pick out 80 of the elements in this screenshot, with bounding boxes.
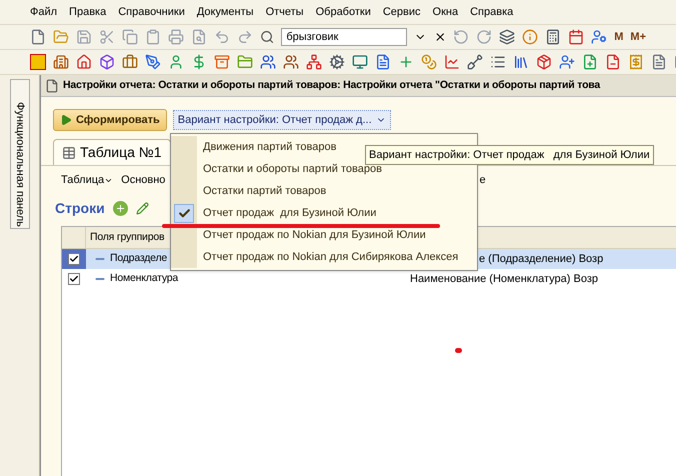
- tab[interactable]: Таблица №1: [53, 139, 171, 165]
- side-panel-tab[interactable]: Функциональная панель: [10, 79, 30, 229]
- list-icon[interactable]: [490, 54, 506, 70]
- menu-item[interactable]: Правка: [69, 4, 106, 20]
- rotate-right-icon[interactable]: [476, 29, 492, 45]
- menu-item[interactable]: Файл: [30, 4, 58, 20]
- search-field[interactable]: брызговик: [281, 28, 408, 46]
- dot-annotation: [455, 348, 462, 353]
- edit-icon[interactable]: [136, 202, 149, 214]
- rotate-left-icon[interactable]: [453, 29, 470, 45]
- toolbar-button[interactable]: Основно: [121, 172, 166, 188]
- document-lines-icon[interactable]: [651, 54, 667, 70]
- print-icon[interactable]: [168, 29, 184, 45]
- section-title: Строки: [55, 198, 105, 218]
- table-cell-text: Наименование (Номенклатура) Возр: [410, 272, 598, 287]
- tooltip: Вариант настройки: Отчет продаж для Бузиной Юлии: [365, 145, 654, 165]
- save-icon[interactable]: [76, 29, 92, 45]
- calculator-icon[interactable]: [545, 29, 562, 45]
- people-icon[interactable]: [260, 54, 276, 70]
- menu-item[interactable]: Справочники: [118, 4, 185, 20]
- table-menu[interactable]: Таблица: [61, 172, 114, 188]
- add-icon[interactable]: [112, 200, 128, 216]
- info-icon[interactable]: [522, 29, 538, 45]
- variant-dropdown[interactable]: Вариант настройки: Отчет продаж д...: [172, 110, 391, 130]
- document-minus-icon[interactable]: [605, 54, 621, 70]
- toolbar-button[interactable]: е: [479, 172, 486, 188]
- menu-item[interactable]: Отчеты: [266, 4, 304, 20]
- archive-icon[interactable]: [214, 54, 230, 70]
- pen-icon[interactable]: [145, 54, 161, 70]
- play-icon: [60, 114, 72, 126]
- briefcase-icon[interactable]: [122, 54, 138, 70]
- document-icon: [45, 78, 59, 92]
- user-settings-icon[interactable]: [591, 29, 608, 45]
- redo-icon[interactable]: [237, 29, 253, 45]
- menu-item[interactable]: Остатки партий товаров: [171, 180, 477, 202]
- table-icon: [62, 146, 76, 160]
- memory-button[interactable]: M+: [630, 28, 646, 46]
- menu-item[interactable]: Сервис: [382, 4, 421, 20]
- cut-icon[interactable]: [99, 29, 115, 45]
- window-title: Настройки отчета: Остатки и обороты партий товаров: Настройки отчета "Остатки и обороты партий това: [41, 75, 676, 97]
- menu-item[interactable]: Отчет продаж для Бузиной Юлии: [171, 202, 477, 224]
- undo-icon[interactable]: [214, 29, 230, 45]
- books-icon[interactable]: [513, 54, 529, 70]
- folder-icon[interactable]: [237, 54, 253, 70]
- cube-icon[interactable]: [99, 54, 115, 70]
- generate-button[interactable]: Сформировать: [53, 109, 167, 131]
- hierarchy-icon[interactable]: [306, 54, 322, 70]
- monitor-icon[interactable]: [352, 54, 368, 70]
- copy-icon[interactable]: [122, 29, 138, 45]
- gear-icon[interactable]: [329, 54, 345, 70]
- menu-item[interactable]: Документы: [196, 4, 254, 20]
- memory-button[interactable]: M: [614, 28, 624, 46]
- preview-icon[interactable]: [191, 29, 207, 45]
- calendar-icon[interactable]: [568, 29, 584, 45]
- search-icon[interactable]: [260, 29, 274, 45]
- menu-item[interactable]: Окна: [432, 4, 458, 20]
- person-plus-icon[interactable]: [559, 54, 575, 70]
- menu-item[interactable]: Обработки: [316, 4, 371, 20]
- checkbox[interactable]: [68, 273, 80, 285]
- group-icon[interactable]: [283, 54, 299, 70]
- column-header[interactable]: Поля группиров: [86, 227, 164, 248]
- coins-icon[interactable]: [421, 54, 437, 70]
- receipt-icon[interactable]: [628, 54, 644, 70]
- house-icon[interactable]: [76, 54, 92, 70]
- new-file-icon[interactable]: [30, 29, 46, 45]
- table-cell-text: Номенклатура: [110, 271, 178, 286]
- checkbox[interactable]: [68, 253, 80, 265]
- chart-icon[interactable]: [444, 54, 460, 70]
- shovel-icon[interactable]: [467, 54, 483, 70]
- document-plus-icon[interactable]: [582, 54, 598, 70]
- building-icon[interactable]: [53, 54, 69, 70]
- paste-icon[interactable]: [145, 29, 161, 45]
- check-icon: [174, 204, 194, 222]
- menu-item[interactable]: Справка: [470, 4, 514, 20]
- person-icon[interactable]: [168, 54, 184, 70]
- document-icon[interactable]: [375, 54, 391, 70]
- table-cell-text: Подразделе: [110, 251, 168, 266]
- open-folder-icon[interactable]: [53, 29, 69, 45]
- table-cell-text: е (Подразделение) Возр: [479, 252, 604, 267]
- menu-item[interactable]: Отчет продаж по Nokian для Сибирякова Алексея: [171, 246, 477, 268]
